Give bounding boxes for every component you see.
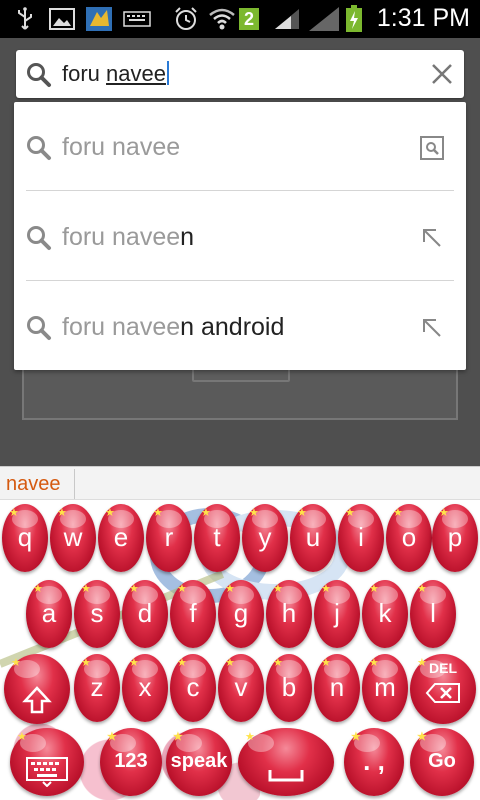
search-typed-text: foru — [62, 61, 107, 86]
usb-icon — [14, 6, 36, 32]
suggestion-item[interactable]: foru naveen — [14, 192, 466, 282]
delete-key[interactable]: ★ DEL — [410, 654, 476, 724]
suggestion-text: foru naveen android — [62, 313, 285, 341]
candidate-word[interactable]: navee — [6, 473, 61, 496]
key-f[interactable]: ★ f — [170, 580, 216, 648]
key-l[interactable]: ★ l — [410, 580, 456, 648]
close-icon[interactable] — [430, 62, 454, 86]
key-q[interactable]: ★ q — [2, 504, 48, 572]
key-p[interactable]: ★ p — [432, 504, 478, 572]
clock: 1:31 PM — [376, 4, 470, 32]
search-icon — [26, 315, 52, 346]
arrow-up-left-icon[interactable] — [418, 224, 446, 252]
wifi-icon — [208, 6, 236, 32]
arrow-up-left-icon[interactable] — [418, 314, 446, 342]
key-i[interactable]: ★ i — [338, 504, 384, 572]
search-icon — [26, 135, 52, 166]
key-u[interactable]: ★ u — [290, 504, 336, 572]
key-z[interactable]: ★ z — [74, 654, 120, 722]
suggestion-text: foru navee — [62, 133, 181, 161]
key-c[interactable]: ★ c — [170, 654, 216, 722]
space-key[interactable]: ★ — [238, 728, 334, 796]
punctuation-key[interactable]: ★. , — [344, 728, 404, 796]
text-cursor — [166, 61, 169, 85]
key-k[interactable]: ★ k — [362, 580, 408, 648]
key-x[interactable]: ★ x — [122, 654, 168, 722]
status-bar: 2 1:31 PM — [0, 0, 480, 38]
key-e[interactable]: ★ e — [98, 504, 144, 572]
key-j[interactable]: ★ j — [314, 580, 360, 648]
key-v[interactable]: ★ v — [218, 654, 264, 722]
key-t[interactable]: ★ t — [194, 504, 240, 572]
app-icon — [84, 6, 114, 32]
candidate-separator — [74, 469, 75, 499]
backspace-icon — [425, 683, 460, 703]
numbers-key[interactable]: ★ 123 — [100, 728, 162, 796]
signal-icon — [272, 6, 302, 32]
suggestions-list: foru navee foru naveen foru naveen andro… — [14, 102, 466, 370]
key-h[interactable]: ★ h — [266, 580, 312, 648]
search-icon — [26, 225, 52, 256]
keyboard-icon — [122, 6, 152, 32]
candidate-strip: navee — [0, 466, 480, 500]
key-s[interactable]: ★ s — [74, 580, 120, 648]
keyboard: ★ q ★ w ★ e ★ r ★ t ★ y ★ u ★ i ★ o ★ p ★ a ★ s ★ d ★… — [0, 500, 480, 800]
delete-label: DEL — [429, 660, 457, 676]
search-input[interactable]: foru navee — [62, 61, 169, 87]
key-b[interactable]: ★ b — [266, 654, 312, 722]
space-icon — [268, 770, 304, 782]
search-bar[interactable]: foru navee — [16, 50, 464, 98]
image-icon — [48, 6, 76, 32]
key-a[interactable]: ★ a — [26, 580, 72, 648]
shift-icon — [22, 686, 52, 714]
key-g[interactable]: ★ g — [218, 580, 264, 648]
suggestion-text: foru naveen — [62, 223, 195, 251]
key-n[interactable]: ★ n — [314, 654, 360, 722]
key-w[interactable]: ★ w — [50, 504, 96, 572]
battery-icon — [344, 5, 364, 32]
key-m[interactable]: ★ m — [362, 654, 408, 722]
key-r[interactable]: ★ r — [146, 504, 192, 572]
key-y[interactable]: ★ y — [242, 504, 288, 572]
search-composing-text: navee — [106, 61, 166, 86]
alarm-icon — [172, 6, 200, 32]
key-o[interactable]: ★ o — [386, 504, 432, 572]
go-key[interactable]: ★ Go — [410, 728, 474, 796]
search-in-page-icon[interactable] — [418, 134, 446, 162]
screen: 2 1:31 PM foru navee foru navee foru nav… — [0, 0, 480, 800]
search-icon — [26, 62, 52, 93]
shift-key[interactable]: ★ — [4, 654, 70, 724]
key-d[interactable]: ★ d — [122, 580, 168, 648]
suggestion-item[interactable]: foru navee — [14, 102, 466, 192]
speak-key[interactable]: ★ speak — [166, 728, 232, 796]
keyboard-switch-key[interactable]: ★ — [10, 728, 84, 796]
divider — [26, 280, 454, 281]
sim-badge: 2 — [238, 6, 260, 32]
suggestion-item[interactable]: foru naveen android — [14, 282, 466, 372]
signal2-icon — [306, 6, 342, 32]
divider — [26, 190, 454, 191]
keyboard-icon — [26, 757, 68, 788]
